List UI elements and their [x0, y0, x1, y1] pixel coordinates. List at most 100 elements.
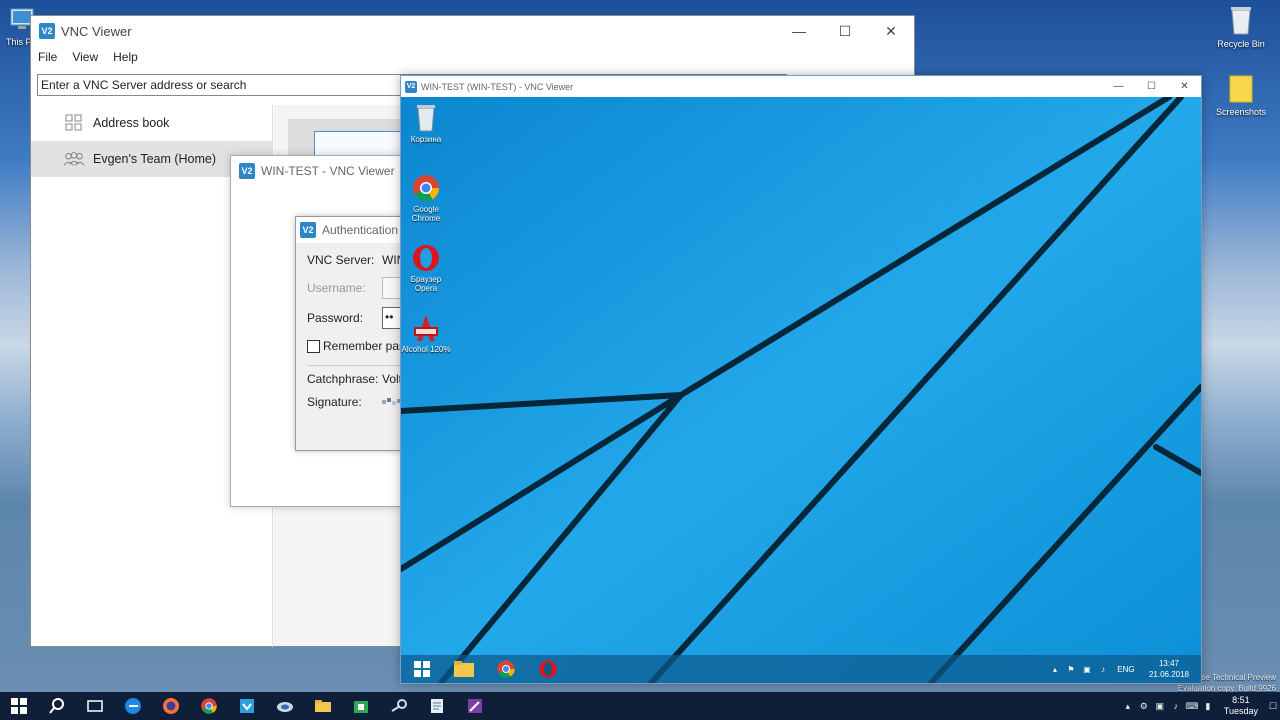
search-icon [49, 698, 64, 714]
opera-icon [539, 660, 557, 678]
taskbar-store[interactable] [342, 692, 380, 720]
host-taskbar: ▴ ⚙ ▣ ♪ ⌨ ▮ 8:51 Tuesday ☐ [0, 692, 1280, 720]
maximize-button[interactable]: ☐ [1135, 81, 1168, 92]
remember-password-label: Remember pas [323, 339, 406, 353]
remote-taskbar-chrome[interactable] [485, 655, 527, 683]
dialog-title: Authentication [322, 223, 399, 237]
remote-clock[interactable]: 13:47 21.06.2018 [1141, 658, 1201, 680]
team-icon [63, 152, 85, 166]
taskbar-document[interactable] [418, 692, 456, 720]
taskbar-cloud-app[interactable] [266, 692, 304, 720]
network-icon[interactable]: ▣ [1152, 701, 1168, 712]
recycle-bin-icon [1231, 7, 1251, 35]
notifications-icon[interactable]: ☐ [1266, 701, 1280, 712]
vnc-logo-icon: V2 [239, 163, 255, 179]
taskbar-chrome[interactable] [190, 692, 228, 720]
menu-view[interactable]: View [72, 50, 98, 64]
taskbar-steam[interactable] [380, 692, 418, 720]
chevron-up-icon[interactable]: ▴ [1120, 701, 1136, 712]
search-button[interactable] [38, 692, 76, 720]
sidebar-item-label: Address book [93, 116, 170, 130]
signature-pattern-icon [382, 398, 401, 405]
taskbar-app[interactable] [228, 692, 266, 720]
alcohol-icon [414, 315, 438, 341]
signature-row: Signature: [307, 395, 402, 409]
remote-icon-opera[interactable]: Браузер Opera [401, 243, 453, 293]
windows-logo-icon [414, 661, 430, 677]
start-button[interactable] [0, 692, 38, 720]
remember-password-checkbox[interactable] [307, 339, 320, 353]
task-view-button[interactable] [76, 692, 114, 720]
taskbar-paint[interactable] [456, 692, 494, 720]
desktop-icon-recycle-bin[interactable]: Recycle Bin [1209, 4, 1273, 49]
remote-icon-recycle-bin[interactable]: Корзина [401, 103, 453, 144]
taskbar-edge[interactable] [114, 692, 152, 720]
document-icon [431, 699, 443, 713]
opera-icon [413, 245, 439, 271]
app-icon [240, 699, 254, 713]
vnc-logo-icon: V2 [405, 80, 417, 93]
paint-icon [468, 699, 482, 713]
window-controls: — ☐ ✕ [776, 23, 914, 40]
remember-password-row[interactable]: Remember pas [307, 339, 405, 353]
chrome-icon [201, 698, 217, 714]
folder-icon [454, 661, 474, 677]
system-tray: ▴ ⚙ ▣ ♪ ⌨ ▮ 8:51 Tuesday ☐ [1120, 692, 1280, 720]
remote-taskbar: ▴ ⚑ ▣ ♪ ENG 13:47 21.06.2018 [401, 655, 1201, 683]
cloud-icon [277, 702, 293, 712]
grid-icon [65, 114, 82, 131]
chevron-up-icon[interactable]: ▴ [1047, 665, 1063, 674]
volume-icon[interactable]: ♪ [1168, 701, 1184, 711]
host-clock[interactable]: 8:51 Tuesday [1216, 695, 1266, 717]
window-controls: — ☐ ✕ [1102, 81, 1201, 92]
remote-taskbar-explorer[interactable] [443, 655, 485, 683]
remote-icon-chrome[interactable]: Google Chrome [401, 173, 453, 223]
title-bar[interactable]: V2 WIN-TEST (WIN-TEST) - VNC Viewer — ☐ … [401, 76, 1201, 97]
folder-icon [315, 700, 331, 712]
host-day: Tuesday [1223, 706, 1258, 716]
lang-indicator[interactable]: ENG [1111, 665, 1141, 674]
taskbar-firefox[interactable] [152, 692, 190, 720]
password-label: Password: [307, 311, 364, 325]
maximize-button[interactable]: ☐ [822, 23, 868, 40]
vnc-logo-icon: V2 [300, 222, 316, 238]
volume-icon[interactable]: ♪ [1095, 665, 1111, 674]
remote-system-tray: ▴ ⚑ ▣ ♪ ENG 13:47 21.06.2018 [1047, 655, 1201, 683]
remote-start-button[interactable] [401, 655, 443, 683]
recycle-bin-icon [417, 105, 435, 132]
remote-icon-alcohol[interactable]: Alcohol 120% [401, 313, 453, 354]
menu-bar: File View Help [31, 46, 914, 68]
close-button[interactable]: ✕ [868, 23, 914, 40]
menu-help[interactable]: Help [113, 50, 138, 64]
remote-taskbar-opera[interactable] [527, 655, 569, 683]
keyboard-icon[interactable]: ⌨ [1184, 701, 1200, 712]
task-view-icon [87, 700, 103, 712]
desktop-icon-screenshots[interactable]: Screenshots [1209, 74, 1273, 117]
settings-icon[interactable]: ⚙ [1136, 701, 1152, 712]
title-bar[interactable]: V2 VNC Viewer — ☐ ✕ [31, 16, 914, 46]
vnc-server-label: VNC Server: [307, 253, 375, 267]
minimize-button[interactable]: — [776, 23, 822, 40]
remote-session-window: V2 WIN-TEST (WIN-TEST) - VNC Viewer — ☐ … [400, 75, 1202, 684]
window-title: WIN-TEST (WIN-TEST) - VNC Viewer [421, 81, 574, 92]
taskbar-file-explorer[interactable] [304, 692, 342, 720]
remote-icon-label: Браузер Opera [410, 275, 442, 293]
network-icon[interactable]: ▣ [1079, 665, 1095, 674]
window-title: WIN-TEST - VNC Viewer [261, 164, 395, 178]
username-label: Username: [307, 281, 366, 295]
host-time: 8:51 [1232, 695, 1250, 705]
flag-icon[interactable]: ⚑ [1063, 665, 1079, 674]
edge-icon [125, 698, 141, 714]
windows-logo-icon [11, 698, 27, 714]
close-button[interactable]: ✕ [1168, 81, 1201, 92]
store-icon [354, 701, 368, 713]
catchphrase-label: Catchphrase: [307, 372, 379, 386]
desktop-icon-label: Screenshots [1215, 107, 1267, 117]
remote-icon-label: Alcohol 120% [401, 345, 451, 354]
remote-desktop[interactable]: Корзина Google Chrome Браузер Opera Alco… [401, 97, 1201, 683]
menu-file[interactable]: File [38, 50, 57, 64]
chrome-icon [413, 175, 440, 202]
minimize-button[interactable]: — [1102, 81, 1135, 92]
sidebar-item-address-book[interactable]: Address book [31, 105, 272, 141]
battery-icon[interactable]: ▮ [1200, 701, 1216, 712]
